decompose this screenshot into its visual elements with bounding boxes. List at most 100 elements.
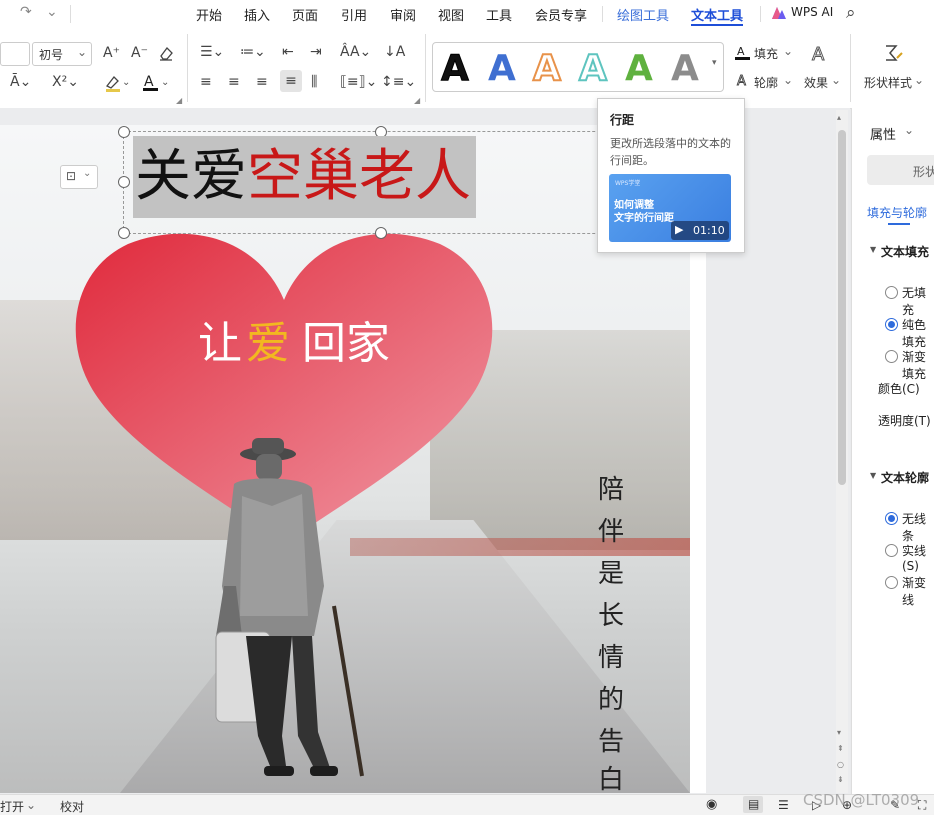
scroll-up-icon[interactable]: ▴ — [837, 113, 841, 122]
increase-font-icon[interactable]: A⁺ — [103, 45, 120, 61]
outline-button[interactable]: 轮廓 — [754, 74, 778, 91]
justify-icon[interactable]: ≡ — [280, 70, 302, 92]
text-style-teal-outline[interactable]: A — [578, 47, 608, 90]
text-style-orange-outline[interactable]: A — [532, 47, 562, 90]
outline-view-icon[interactable]: ☰ — [778, 798, 789, 812]
gallery-more-icon[interactable]: ▾ — [712, 58, 717, 68]
fullscreen-icon[interactable]: ⛶ — [918, 798, 926, 813]
tab-text-tools[interactable]: 文本工具 — [691, 5, 743, 24]
option-gradient-line[interactable]: 渐变线 — [902, 574, 934, 608]
shape-style-icon[interactable] — [882, 42, 904, 64]
resize-handle-bottom-center[interactable] — [375, 227, 387, 239]
decrease-font-icon[interactable]: A⁻ — [131, 45, 148, 61]
resize-handle-bottom-left[interactable] — [118, 227, 130, 239]
status-open-button[interactable]: 打开 — [0, 798, 24, 815]
bullet-list-icon[interactable]: ☰⌄ — [200, 44, 224, 60]
tab-review[interactable]: 审阅 — [390, 5, 416, 24]
scrollbar-thumb[interactable] — [838, 130, 846, 485]
scroll-down-icon[interactable]: ▾ — [837, 728, 841, 737]
vertical-text-char[interactable]: 伴 — [598, 517, 624, 547]
previous-page-icon[interactable]: ⇞ — [837, 744, 844, 753]
slogan-text-love[interactable]: 爱 — [246, 316, 290, 372]
title-text-black[interactable]: 关爱 — [135, 142, 247, 212]
fill-button[interactable]: 填充 — [754, 45, 778, 62]
collapse-icon[interactable]: ▼ — [870, 245, 876, 254]
shape-tab[interactable]: 形状 — [867, 155, 934, 185]
tab-insert[interactable]: 插入 — [244, 5, 270, 24]
text-style-gray[interactable]: A — [671, 48, 699, 89]
font-size-combo[interactable]: 初号 ⌄ — [32, 42, 92, 66]
text-outline-section-title[interactable]: 文本轮廓 — [881, 469, 929, 486]
text-style-black[interactable]: A — [441, 48, 470, 90]
shape-style-button[interactable]: 形状样式 — [864, 74, 912, 91]
sort-icon[interactable]: ↓A — [384, 44, 405, 60]
text-style-blue[interactable]: A — [488, 48, 516, 89]
font-dialog-launcher-icon[interactable]: ◢ — [176, 96, 182, 105]
next-page-icon[interactable]: ⇟ — [837, 775, 844, 784]
decrease-indent-icon[interactable]: ⇤ — [282, 44, 294, 60]
option-no-fill[interactable]: 无填充 — [902, 284, 934, 318]
paragraph-dialog-launcher-icon[interactable]: ◢ — [414, 96, 420, 105]
layout-options-button[interactable]: ⊡ ⌄ — [60, 165, 98, 189]
vertical-text-char[interactable]: 的 — [598, 685, 624, 715]
text-direction-icon[interactable]: ÂA⌄ — [340, 44, 371, 60]
radio-solid-fill[interactable] — [885, 318, 898, 331]
radio-no-line[interactable] — [885, 512, 898, 525]
outline-icon[interactable]: A — [734, 72, 752, 90]
page-view-icon[interactable]: ▤ — [743, 796, 763, 813]
radio-gradient-fill[interactable] — [885, 350, 898, 363]
align-center-icon[interactable]: ≡ — [228, 74, 240, 90]
distributed-align-icon[interactable]: ⫼ — [311, 74, 317, 90]
resize-handle-middle-left[interactable] — [118, 176, 130, 188]
superscript-icon[interactable]: X²⌄ — [52, 74, 79, 90]
vertical-text-char[interactable]: 告 — [598, 727, 624, 757]
vertical-text-char[interactable]: 长 — [598, 601, 624, 631]
numbered-list-icon[interactable]: ≔⌄ — [240, 44, 266, 60]
strikethrough-icon[interactable]: Ā⌄ — [10, 74, 31, 90]
redo-icon[interactable]: ↷ — [20, 4, 32, 20]
proofread-button[interactable]: 校对 — [60, 798, 84, 815]
fill-icon[interactable]: A — [734, 44, 752, 62]
tab-start[interactable]: 开始 — [196, 5, 222, 24]
slogan-text-1[interactable]: 让 — [198, 316, 242, 372]
tab-reference[interactable]: 引用 — [341, 5, 367, 24]
eye-protection-icon[interactable]: ◉ — [706, 797, 717, 812]
vertical-text-char[interactable]: 是 — [598, 559, 624, 589]
option-no-line[interactable]: 无线条 — [902, 510, 934, 544]
font-color-icon[interactable]: A ⌄ — [142, 73, 172, 93]
chevron-down-icon[interactable]: ⌄ — [904, 123, 914, 137]
paragraph-spacing-icon[interactable]: ⟦≡⟧⌄ — [340, 74, 377, 90]
vertical-text-char[interactable]: 陪 — [598, 475, 624, 505]
font-name-combo[interactable] — [0, 42, 30, 66]
vertical-text-char[interactable]: 白 — [598, 765, 624, 795]
slogan-text-2[interactable]: 回家 — [302, 316, 390, 372]
effect-icon[interactable]: A — [809, 42, 831, 66]
increase-indent-icon[interactable]: ⇥ — [310, 44, 322, 60]
tab-drawing-tools[interactable]: 绘图工具 — [617, 5, 669, 24]
tab-member[interactable]: 会员专享 — [535, 5, 587, 24]
option-solid-fill[interactable]: 纯色填充 — [902, 316, 934, 350]
line-spacing-icon[interactable]: ↕≡⌄ — [381, 74, 416, 90]
effect-button[interactable]: 效果 — [804, 74, 828, 91]
align-right-icon[interactable]: ≡ — [256, 74, 268, 90]
radio-no-fill[interactable] — [885, 286, 898, 299]
tab-tools[interactable]: 工具 — [486, 5, 512, 24]
tab-view[interactable]: 视图 — [438, 5, 464, 24]
clear-format-icon[interactable] — [158, 45, 174, 61]
search-icon[interactable]: ⌕ — [846, 3, 856, 23]
radio-solid-line[interactable] — [885, 544, 898, 557]
option-gradient-fill[interactable]: 渐变填充 — [902, 348, 934, 382]
vertical-text-char[interactable]: 情 — [598, 643, 624, 673]
collapse-icon[interactable]: ▼ — [870, 471, 876, 480]
text-fill-section-title[interactable]: 文本填充 — [881, 243, 929, 260]
wps-ai-button[interactable]: WPS AI — [791, 5, 833, 19]
tab-page[interactable]: 页面 — [292, 5, 318, 24]
radio-gradient-line[interactable] — [885, 576, 898, 589]
align-left-icon[interactable]: ≡ — [200, 74, 212, 90]
title-text-red[interactable]: 空巢老人 — [247, 142, 471, 212]
tab-fill-outline[interactable]: 填充与轮廓 — [867, 204, 927, 221]
select-browse-object-icon[interactable]: ○ — [837, 760, 844, 769]
highlight-icon[interactable]: ⌄ — [104, 73, 130, 93]
option-solid-line[interactable]: 实线(S) — [902, 542, 934, 573]
resize-handle-top-left[interactable] — [118, 126, 130, 138]
